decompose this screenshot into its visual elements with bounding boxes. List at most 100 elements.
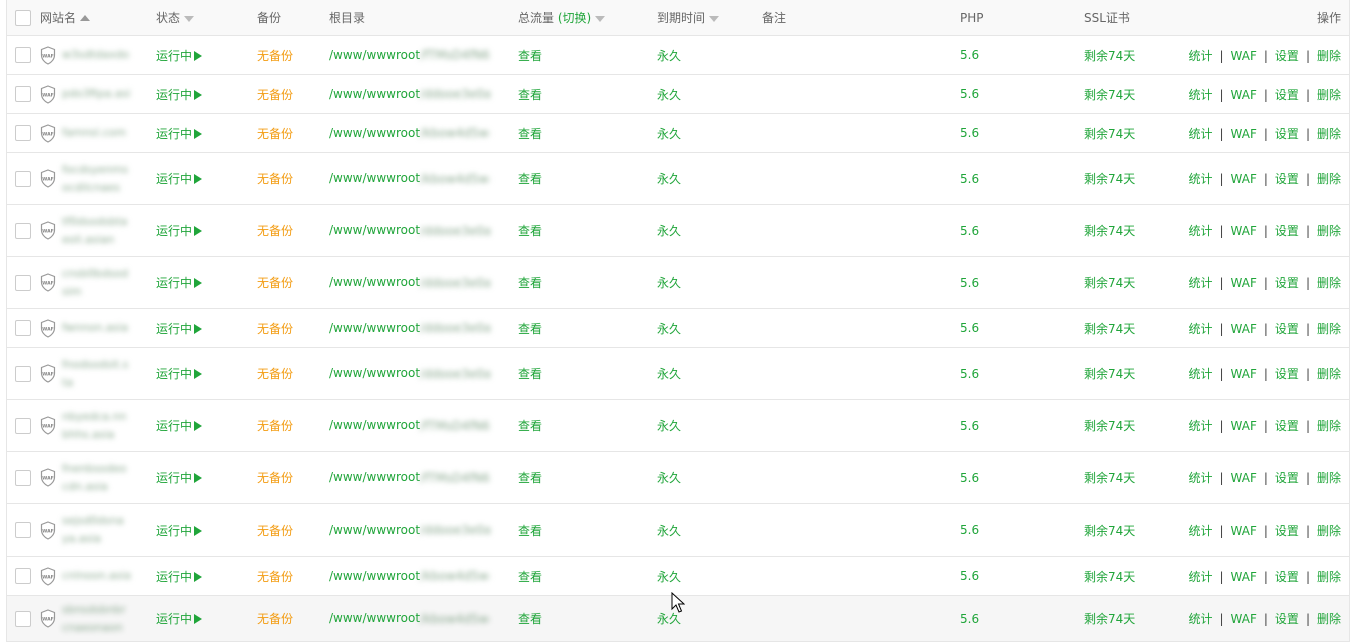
ssl-status-link[interactable]: 剩余74天 bbox=[1084, 417, 1188, 434]
site-name-link[interactable]: fnodsodsit.sta bbox=[62, 356, 130, 392]
backup-link[interactable]: 无备份 bbox=[257, 365, 329, 382]
root-dir-link[interactable]: /www/wwwroot/ddooe3e0a.ia bbox=[329, 523, 518, 538]
ssl-status-link[interactable]: 剩余74天 bbox=[1084, 365, 1188, 382]
expire-link[interactable]: 永久 bbox=[657, 365, 762, 382]
status-toggle[interactable]: 运行中 bbox=[156, 170, 257, 187]
row-checkbox[interactable] bbox=[15, 469, 31, 486]
row-checkbox[interactable] bbox=[15, 86, 31, 102]
settings-link[interactable]: 设置 bbox=[1275, 224, 1299, 238]
stats-link[interactable]: 统计 bbox=[1188, 367, 1212, 381]
stats-link[interactable]: 统计 bbox=[1188, 127, 1212, 141]
expire-link[interactable]: 永久 bbox=[657, 522, 762, 539]
php-version-link[interactable]: 5.6 bbox=[960, 569, 1084, 583]
delete-link[interactable]: 删除 bbox=[1317, 419, 1341, 433]
row-checkbox[interactable] bbox=[15, 320, 31, 336]
php-version-link[interactable]: 5.6 bbox=[960, 87, 1084, 101]
expire-link[interactable]: 永久 bbox=[657, 417, 762, 434]
ssl-status-link[interactable]: 剩余74天 bbox=[1084, 274, 1188, 291]
ssl-status-link[interactable]: 剩余74天 bbox=[1084, 469, 1188, 486]
settings-link[interactable]: 设置 bbox=[1275, 471, 1299, 485]
backup-link[interactable]: 无备份 bbox=[257, 417, 329, 434]
waf-link[interactable]: WAF bbox=[1231, 570, 1257, 584]
delete-link[interactable]: 删除 bbox=[1317, 88, 1341, 102]
view-flow-link[interactable]: 查看 bbox=[518, 365, 657, 382]
site-name-link[interactable]: cnsb0bdsodsim bbox=[62, 265, 130, 301]
settings-link[interactable]: 设置 bbox=[1275, 524, 1299, 538]
status-toggle[interactable]: 运行中 bbox=[156, 125, 257, 142]
row-checkbox[interactable] bbox=[15, 125, 31, 141]
switch-flow-link[interactable]: (切换) bbox=[558, 11, 591, 25]
root-dir-link[interactable]: /www/wwwroot/fTMsD4fN6ws bbox=[329, 48, 518, 63]
view-flow-link[interactable]: 查看 bbox=[518, 522, 657, 539]
expire-link[interactable]: 永久 bbox=[657, 568, 762, 585]
row-checkbox[interactable] bbox=[15, 170, 31, 187]
root-dir-link[interactable]: /www/wwwroot/ddooe3e0a.ia bbox=[329, 87, 518, 102]
waf-link[interactable]: WAF bbox=[1231, 524, 1257, 538]
delete-link[interactable]: 删除 bbox=[1317, 471, 1341, 485]
select-all-checkbox[interactable] bbox=[15, 9, 31, 26]
php-version-link[interactable]: 5.6 bbox=[960, 224, 1084, 238]
row-checkbox[interactable] bbox=[15, 222, 31, 239]
status-toggle[interactable]: 运行中 bbox=[156, 568, 257, 585]
status-toggle[interactable]: 运行中 bbox=[156, 469, 257, 486]
stats-link[interactable]: 统计 bbox=[1188, 172, 1212, 186]
waf-link[interactable]: WAF bbox=[1231, 419, 1257, 433]
stats-link[interactable]: 统计 bbox=[1188, 88, 1212, 102]
view-flow-link[interactable]: 查看 bbox=[518, 469, 657, 486]
site-name-link[interactable]: pdo3ftpa.asia bbox=[62, 85, 130, 103]
stats-link[interactable]: 统计 bbox=[1188, 49, 1212, 63]
php-version-link[interactable]: 5.6 bbox=[960, 419, 1084, 433]
view-flow-link[interactable]: 查看 bbox=[518, 170, 657, 187]
row-checkbox[interactable] bbox=[15, 568, 31, 584]
ssl-status-link[interactable]: 剩余74天 bbox=[1084, 125, 1188, 142]
waf-link[interactable]: WAF bbox=[1231, 172, 1257, 186]
php-version-link[interactable]: 5.6 bbox=[960, 523, 1084, 537]
waf-link[interactable]: WAF bbox=[1231, 471, 1257, 485]
backup-link[interactable]: 无备份 bbox=[257, 86, 329, 103]
root-dir-link[interactable]: /www/wwwroot/fTMsD4fN6ws bbox=[329, 470, 518, 485]
waf-link[interactable]: WAF bbox=[1231, 224, 1257, 238]
backup-link[interactable]: 无备份 bbox=[257, 222, 329, 239]
waf-link[interactable]: WAF bbox=[1231, 276, 1257, 290]
status-toggle[interactable]: 运行中 bbox=[156, 320, 257, 337]
backup-link[interactable]: 无备份 bbox=[257, 47, 329, 64]
view-flow-link[interactable]: 查看 bbox=[518, 222, 657, 239]
delete-link[interactable]: 删除 bbox=[1317, 612, 1341, 626]
col-site-name[interactable]: 网站名 bbox=[40, 9, 156, 26]
settings-link[interactable]: 设置 bbox=[1275, 127, 1299, 141]
status-toggle[interactable]: 运行中 bbox=[156, 417, 257, 434]
php-version-link[interactable]: 5.6 bbox=[960, 367, 1084, 381]
waf-link[interactable]: WAF bbox=[1231, 49, 1257, 63]
expire-link[interactable]: 永久 bbox=[657, 320, 762, 337]
backup-link[interactable]: 无备份 bbox=[257, 170, 329, 187]
backup-link[interactable]: 无备份 bbox=[257, 320, 329, 337]
php-version-link[interactable]: 5.6 bbox=[960, 276, 1084, 290]
expire-link[interactable]: 永久 bbox=[657, 86, 762, 103]
view-flow-link[interactable]: 查看 bbox=[518, 568, 657, 585]
delete-link[interactable]: 删除 bbox=[1317, 276, 1341, 290]
ssl-status-link[interactable]: 剩余74天 bbox=[1084, 610, 1188, 627]
stats-link[interactable]: 统计 bbox=[1188, 276, 1212, 290]
waf-link[interactable]: WAF bbox=[1231, 367, 1257, 381]
expire-link[interactable]: 永久 bbox=[657, 222, 762, 239]
ssl-status-link[interactable]: 剩余74天 bbox=[1084, 170, 1188, 187]
delete-link[interactable]: 删除 bbox=[1317, 524, 1341, 538]
site-name-link[interactable]: famnsl.com bbox=[62, 124, 130, 142]
backup-link[interactable]: 无备份 bbox=[257, 610, 329, 627]
site-name-link[interactable]: fwnnon.asia bbox=[62, 319, 130, 337]
expire-link[interactable]: 永久 bbox=[657, 274, 762, 291]
php-version-link[interactable]: 5.6 bbox=[960, 126, 1084, 140]
expire-link[interactable]: 永久 bbox=[657, 47, 762, 64]
ssl-status-link[interactable]: 剩余74天 bbox=[1084, 522, 1188, 539]
view-flow-link[interactable]: 查看 bbox=[518, 610, 657, 627]
status-toggle[interactable]: 运行中 bbox=[156, 222, 257, 239]
root-dir-link[interactable]: /www/wwwroot/ddooe3e0a.ia bbox=[329, 223, 518, 238]
stats-link[interactable]: 统计 bbox=[1188, 224, 1212, 238]
stats-link[interactable]: 统计 bbox=[1188, 612, 1212, 626]
status-toggle[interactable]: 运行中 bbox=[156, 522, 257, 539]
root-dir-link[interactable]: /www/wwwroot/kbow4d5w4d.w bbox=[329, 171, 518, 186]
view-flow-link[interactable]: 查看 bbox=[518, 86, 657, 103]
view-flow-link[interactable]: 查看 bbox=[518, 125, 657, 142]
view-flow-link[interactable]: 查看 bbox=[518, 47, 657, 64]
col-total-flow[interactable]: 总流量 (切换) bbox=[518, 9, 657, 26]
